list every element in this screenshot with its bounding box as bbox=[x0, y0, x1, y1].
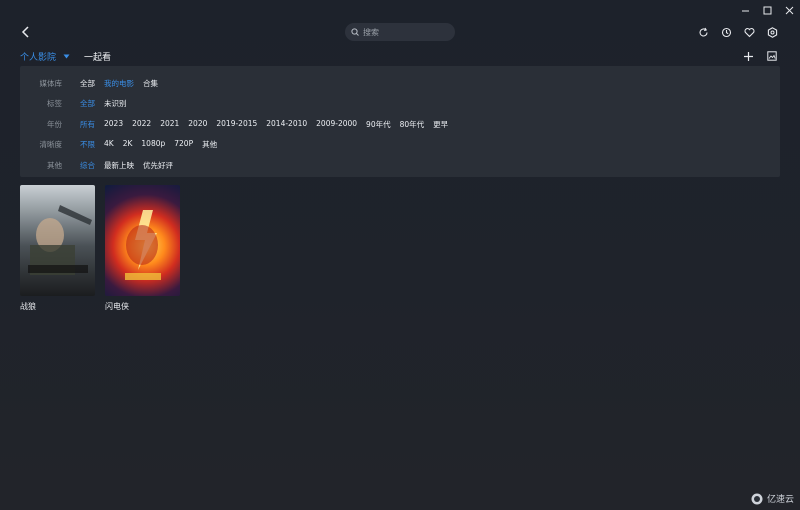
caret-down-icon[interactable] bbox=[63, 54, 70, 59]
filter-label: 其他 bbox=[47, 160, 62, 170]
filter-option[interactable]: 全部 bbox=[80, 78, 95, 89]
filter-option[interactable]: 更早 bbox=[433, 119, 448, 130]
movie-card[interactable]: 闪电侠 bbox=[105, 185, 180, 312]
filter-row-resolution: 清晰度 不限 4K 2K 1080p 720P 其他 bbox=[20, 135, 780, 156]
view-tabs: 个人影院 一起看 bbox=[20, 50, 111, 63]
filter-option[interactable]: 2019-2015 bbox=[216, 119, 257, 130]
filter-option[interactable]: 720P bbox=[174, 139, 193, 150]
filter-label: 清晰度 bbox=[39, 140, 63, 150]
filter-row-tags: 标签 全部 未识别 bbox=[20, 94, 780, 115]
chevron-left-icon bbox=[18, 24, 34, 40]
poster-view-button[interactable] bbox=[766, 50, 778, 62]
add-button[interactable] bbox=[742, 50, 754, 62]
close-button[interactable] bbox=[778, 0, 800, 20]
filter-option[interactable]: 2014-2010 bbox=[266, 119, 307, 130]
add-icon bbox=[743, 51, 754, 62]
favorite-icon bbox=[743, 27, 755, 38]
filter-option[interactable]: 其他 bbox=[202, 139, 217, 150]
filter-option-selected[interactable]: 全部 bbox=[80, 98, 95, 109]
brand-logo: 亿速云 bbox=[751, 492, 794, 505]
close-icon bbox=[785, 6, 794, 15]
search-input[interactable] bbox=[363, 27, 443, 37]
search-icon bbox=[351, 28, 359, 36]
tab-watch-together[interactable]: 一起看 bbox=[84, 50, 111, 63]
library-tools bbox=[742, 50, 778, 62]
filter-row-year: 年份 所有 2023 2022 2021 2020 2019-2015 2014… bbox=[20, 114, 780, 135]
history-button[interactable] bbox=[720, 25, 732, 39]
filter-option[interactable]: 合集 bbox=[143, 78, 158, 89]
history-icon bbox=[721, 27, 732, 38]
window-controls bbox=[734, 0, 800, 20]
movie-title: 战狼 bbox=[20, 302, 36, 311]
movie-poster[interactable] bbox=[105, 185, 180, 296]
filter-option[interactable]: 优先好评 bbox=[143, 160, 173, 171]
filter-option[interactable]: 2022 bbox=[132, 119, 151, 130]
filter-option[interactable]: 2021 bbox=[160, 119, 179, 130]
top-actions bbox=[697, 25, 778, 39]
filter-option-selected[interactable]: 我的电影 bbox=[104, 78, 134, 89]
filter-option-selected[interactable]: 不限 bbox=[80, 139, 95, 150]
image-icon bbox=[767, 51, 777, 61]
filter-row-library: 媒体库 全部 我的电影 合集 bbox=[20, 73, 780, 94]
filter-option[interactable]: 未识别 bbox=[104, 98, 127, 109]
movie-poster[interactable] bbox=[20, 185, 95, 296]
minimize-icon bbox=[741, 6, 750, 15]
filter-option[interactable]: 2K bbox=[123, 139, 133, 150]
movie-grid: 战狼 闪电侠 bbox=[20, 185, 180, 312]
tab-label: 一起看 bbox=[84, 53, 112, 63]
filter-label: 媒体库 bbox=[39, 78, 63, 88]
movie-title: 闪电侠 bbox=[105, 302, 129, 311]
filter-option[interactable]: 80年代 bbox=[400, 119, 425, 130]
filter-option-selected[interactable]: 综合 bbox=[80, 160, 95, 171]
movie-card[interactable]: 战狼 bbox=[20, 185, 95, 312]
tab-personal-cinema[interactable]: 个人影院 bbox=[20, 50, 70, 63]
favorite-button[interactable] bbox=[743, 25, 755, 39]
filter-option[interactable]: 1080p bbox=[141, 139, 165, 150]
back-button[interactable] bbox=[18, 24, 34, 40]
filter-panel: 媒体库 全部 我的电影 合集 标签 全部 未识别 年份 所有 2023 2022… bbox=[20, 66, 780, 177]
filter-option[interactable]: 2023 bbox=[104, 119, 123, 130]
filter-option[interactable]: 最新上映 bbox=[104, 160, 134, 171]
search-box[interactable] bbox=[345, 23, 455, 41]
filter-label: 年份 bbox=[47, 119, 62, 129]
settings-icon bbox=[767, 26, 778, 38]
filter-label: 标签 bbox=[47, 99, 62, 109]
maximize-button[interactable] bbox=[756, 0, 778, 20]
logo-text: 亿速云 bbox=[766, 495, 794, 505]
filter-option[interactable]: 2009-2000 bbox=[316, 119, 357, 130]
maximize-icon bbox=[763, 6, 772, 15]
filter-option[interactable]: 4K bbox=[104, 139, 114, 150]
minimize-button[interactable] bbox=[734, 0, 756, 20]
filter-option[interactable]: 2020 bbox=[188, 119, 207, 130]
cloud-logo-icon bbox=[751, 493, 763, 505]
settings-button[interactable] bbox=[766, 25, 778, 39]
refresh-button[interactable] bbox=[697, 25, 709, 39]
filter-row-other: 其他 综合 最新上映 优先好评 bbox=[20, 155, 780, 176]
filter-option[interactable]: 90年代 bbox=[366, 119, 391, 130]
filter-option-selected[interactable]: 所有 bbox=[80, 119, 95, 130]
tab-label: 个人影院 bbox=[20, 53, 57, 63]
refresh-icon bbox=[698, 27, 709, 38]
